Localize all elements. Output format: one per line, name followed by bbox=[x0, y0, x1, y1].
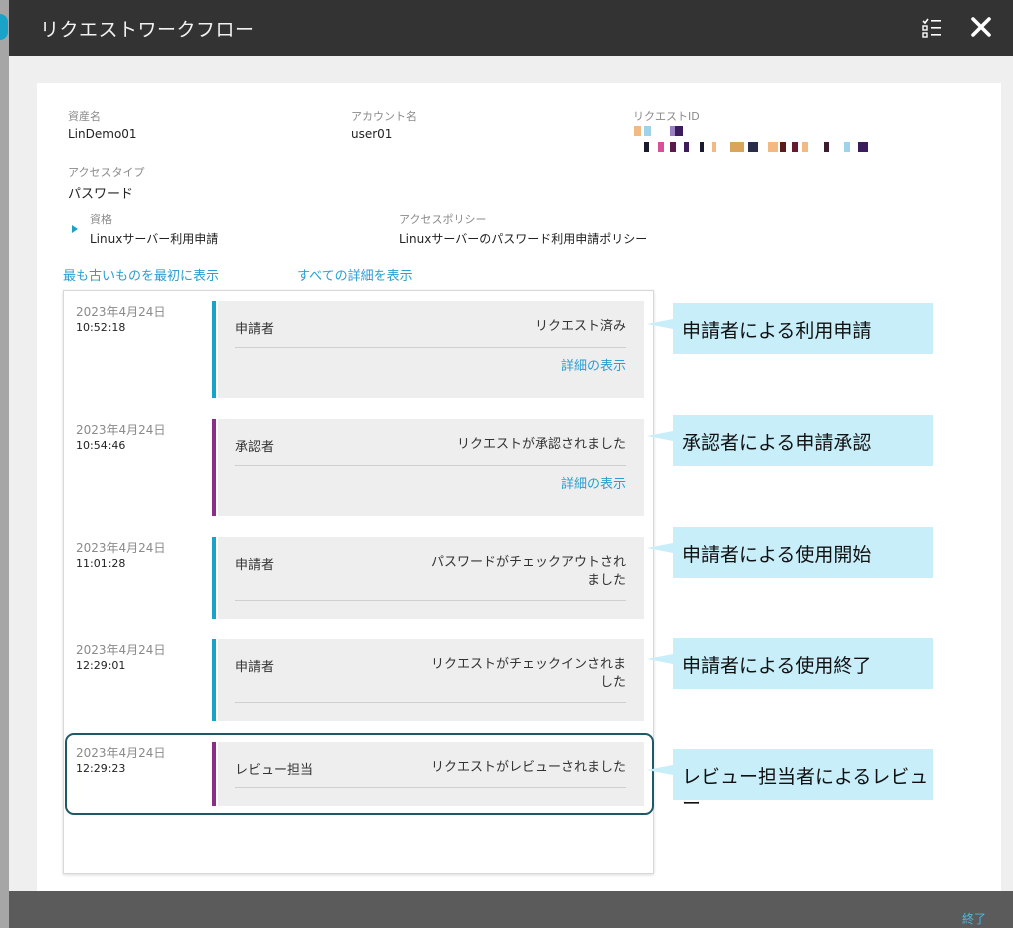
event-status: リクエストがチェックインされま した bbox=[396, 656, 626, 692]
entitlement-label: 資格 bbox=[90, 213, 112, 226]
event-date: 2023年4月24日 bbox=[76, 643, 166, 657]
annotation-callout: 申請者による使用開始 bbox=[647, 527, 933, 578]
account-field: アカウント名 user01 bbox=[351, 108, 417, 141]
event-date: 2023年4月24日 bbox=[76, 305, 166, 319]
access-type-value: パスワード bbox=[68, 187, 134, 202]
account-label: アカウント名 bbox=[351, 110, 417, 123]
event-panel: 申請者 リクエスト済み 詳細の表示 bbox=[218, 301, 644, 398]
event-status-line: リクエストがチェックインされま bbox=[430, 657, 626, 672]
entitlement-field: 資格 Linuxサーバー利用申請 bbox=[90, 211, 218, 247]
event-role: 申請者 bbox=[235, 322, 275, 337]
event-color-bar bbox=[212, 301, 216, 398]
dialog-footer: 終了 bbox=[9, 891, 1013, 928]
event-status: リクエスト済み bbox=[534, 319, 626, 334]
highlight-annotation-box bbox=[65, 733, 654, 815]
checklist-icon[interactable] bbox=[922, 17, 942, 39]
dialog-header: リクエストワークフロー bbox=[9, 0, 1013, 56]
event-divider bbox=[235, 347, 626, 348]
timeline-event: 2023年4月24日 10:54:46 承認者 リクエストが承認されました 詳細… bbox=[64, 409, 655, 519]
annotation-callout: レビュー担当者によるレビュー bbox=[647, 749, 933, 815]
access-type-label: アクセスタイプ bbox=[68, 166, 145, 179]
asset-field: 資産名 LinDemo01 bbox=[68, 108, 137, 141]
event-panel: 申請者 リクエストがチェックインされま した bbox=[218, 639, 644, 721]
event-status-line: した bbox=[599, 675, 626, 690]
request-id-label: リクエストID bbox=[633, 110, 700, 123]
timeline-event: 2023年4月24日 12:29:01 申請者 リクエストがチェックインされま … bbox=[64, 629, 655, 729]
event-time: 11:01:28 bbox=[76, 557, 126, 570]
annotation-callout: 申請者による利用申請 bbox=[647, 303, 933, 354]
event-role: 承認者 bbox=[235, 440, 275, 455]
view-details-link[interactable]: 詳細の表示 bbox=[561, 473, 626, 492]
show-oldest-first-link[interactable]: 最も古いものを最初に表示 bbox=[63, 265, 219, 284]
event-date: 2023年4月24日 bbox=[76, 423, 166, 437]
event-divider bbox=[235, 465, 626, 466]
event-status: リクエストが承認されました bbox=[456, 437, 626, 452]
access-policy-value: Linuxサーバーのパスワード利用申請ポリシー bbox=[399, 232, 648, 246]
annotation-callout: 承認者による申請承認 bbox=[647, 415, 933, 466]
asset-value: LinDemo01 bbox=[68, 127, 137, 141]
close-icon[interactable] bbox=[969, 15, 993, 39]
event-role: 申請者 bbox=[235, 558, 275, 573]
access-type-field: アクセスタイプ パスワード bbox=[68, 164, 144, 202]
event-divider bbox=[235, 600, 626, 601]
account-value: user01 bbox=[351, 127, 393, 141]
background-app-strip bbox=[0, 0, 9, 928]
event-color-bar bbox=[212, 419, 216, 516]
request-id-field: リクエストID bbox=[633, 108, 700, 124]
event-status: パスワードがチェックアウトされ ました bbox=[396, 554, 626, 590]
view-details-link[interactable]: 詳細の表示 bbox=[561, 355, 626, 374]
event-status-line: パスワードがチェックアウトされ bbox=[430, 555, 626, 570]
expand-entitlement-arrow-icon[interactable] bbox=[72, 225, 78, 233]
entitlement-value: Linuxサーバー利用申請 bbox=[90, 232, 219, 246]
annotation-callout: 申請者による使用終了 bbox=[647, 638, 933, 689]
event-time: 10:54:46 bbox=[76, 439, 126, 452]
event-status-line: ました bbox=[586, 573, 626, 588]
event-time: 10:52:18 bbox=[76, 321, 126, 334]
event-role: 申請者 bbox=[235, 660, 275, 675]
event-panel: 申請者 パスワードがチェックアウトされ ました bbox=[218, 537, 644, 619]
event-time: 12:29:01 bbox=[76, 659, 126, 672]
event-panel: 承認者 リクエストが承認されました 詳細の表示 bbox=[218, 419, 644, 516]
access-policy-field: アクセスポリシー Linuxサーバーのパスワード利用申請ポリシー bbox=[399, 211, 647, 247]
show-all-details-link[interactable]: すべての詳細を表示 bbox=[297, 265, 413, 284]
access-policy-label: アクセスポリシー bbox=[399, 213, 487, 226]
asset-label: 資産名 bbox=[68, 110, 101, 123]
timeline-event: 2023年4月24日 10:52:18 申請者 リクエスト済み 詳細の表示 bbox=[64, 291, 655, 401]
timeline-event: 2023年4月24日 11:01:28 申請者 パスワードがチェックアウトされ … bbox=[64, 527, 655, 627]
app-badge-icon bbox=[0, 14, 8, 40]
redacted-request-id bbox=[634, 126, 874, 152]
event-color-bar bbox=[212, 639, 216, 721]
dialog-title: リクエストワークフロー bbox=[40, 19, 255, 41]
event-date: 2023年4月24日 bbox=[76, 541, 166, 555]
event-divider bbox=[235, 702, 626, 703]
close-dialog-button[interactable]: 終了 bbox=[962, 910, 986, 927]
event-color-bar bbox=[212, 537, 216, 619]
